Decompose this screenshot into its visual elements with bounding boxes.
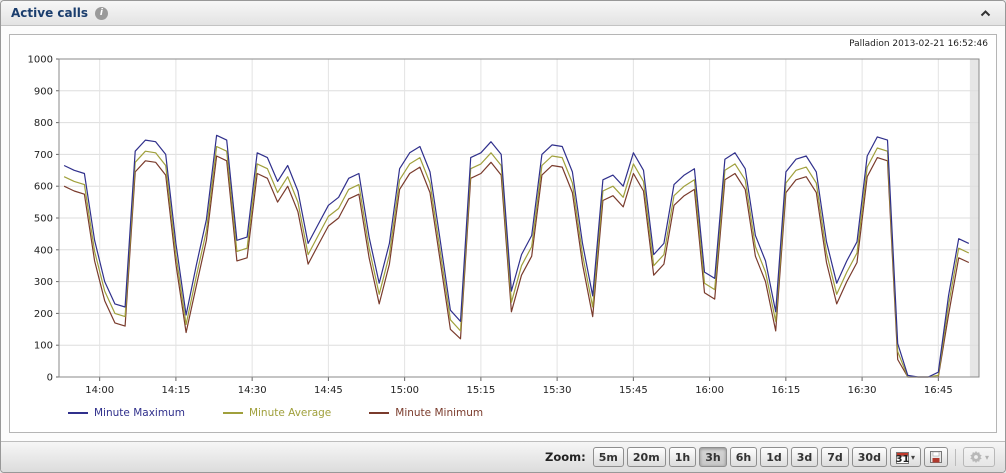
panel-header: Active calls i: [1, 1, 1005, 26]
chart-watermark: Palladion 2013-02-21 16:52:46: [849, 39, 988, 49]
panel-body: Palladion 2013-02-21 16:52:46 0 100 200 300…: [1, 26, 1005, 441]
svg-text:700: 700: [34, 150, 53, 161]
zoom-buttons: 5m 20m 1h 3h 6h 1d 3d 7d 30d: [592, 447, 887, 467]
info-icon[interactable]: i: [94, 6, 108, 20]
legend-swatch: [222, 412, 243, 414]
legend-swatch: [68, 412, 88, 414]
legend-item: Minute Maximum: [68, 407, 185, 419]
legend-item: Minute Average: [222, 407, 332, 419]
svg-text:800: 800: [34, 118, 53, 129]
svg-text:15:00: 15:00: [390, 385, 419, 396]
settings-dropdown-button[interactable]: ▾: [962, 447, 995, 467]
zoom-button-5m[interactable]: 5m: [592, 447, 624, 467]
svg-text:0: 0: [47, 373, 53, 384]
zoom-button-3d[interactable]: 3d: [790, 447, 819, 467]
chart-container: Palladion 2013-02-21 16:52:46 0 100 200 300…: [9, 34, 997, 433]
svg-text:14:00: 14:00: [85, 385, 114, 396]
svg-text:300: 300: [34, 277, 53, 288]
zoom-button-20m[interactable]: 20m: [626, 447, 666, 467]
svg-text:15:45: 15:45: [619, 385, 648, 396]
panel-title: Active calls: [11, 6, 88, 20]
legend-label: Minute Average: [248, 407, 332, 419]
legend-swatch: [369, 412, 390, 414]
save-icon: [929, 451, 942, 463]
save-graph-button[interactable]: [923, 447, 948, 467]
svg-text:900: 900: [34, 86, 53, 97]
svg-text:16:30: 16:30: [848, 385, 877, 396]
zoom-button-1h[interactable]: 1h: [668, 447, 697, 467]
gear-icon: [970, 450, 982, 464]
legend-label: Minute Maximum: [94, 407, 185, 419]
svg-text:15:15: 15:15: [466, 385, 495, 396]
svg-text:16:15: 16:15: [771, 385, 800, 396]
dropdown-arrow-icon: ▾: [984, 452, 989, 462]
svg-text:100: 100: [34, 341, 53, 352]
dropdown-arrow-icon: ▾: [910, 452, 915, 462]
active-calls-panel: Active calls i Palladion 2013-02-21 16:5…: [0, 0, 1006, 473]
zoom-button-1d[interactable]: 1d: [760, 447, 788, 467]
legend-item: Minute Minimum: [369, 407, 483, 419]
zoom-label: Zoom:: [545, 450, 586, 464]
svg-text:14:45: 14:45: [314, 385, 343, 396]
svg-text:15:30: 15:30: [543, 385, 572, 396]
calendar-icon: 31: [895, 451, 909, 464]
svg-text:600: 600: [34, 182, 53, 193]
svg-text:1000: 1000: [28, 55, 53, 66]
svg-text:200: 200: [34, 309, 53, 320]
calendar-date-picker-button[interactable]: 31 ▾: [889, 447, 921, 467]
collapse-chevron-icon[interactable]: [978, 8, 993, 19]
chart-legend: Minute Maximum Minute Average Minute Minim…: [68, 407, 996, 419]
svg-text:31: 31: [896, 454, 909, 464]
svg-text:14:30: 14:30: [238, 385, 267, 396]
zoom-button-6h[interactable]: 6h: [729, 447, 758, 467]
active-calls-chart[interactable]: 0 100 200 300 400 500 600 700 800 900 1000 14:00 14:…: [11, 51, 995, 401]
svg-text:14:15: 14:15: [161, 385, 190, 396]
zoom-button-7d[interactable]: 7d: [821, 447, 849, 467]
zoom-button-30d[interactable]: 30d: [851, 447, 887, 467]
svg-text:400: 400: [34, 245, 53, 256]
legend-label: Minute Minimum: [395, 407, 484, 419]
svg-text:16:45: 16:45: [924, 385, 953, 396]
svg-text:16:00: 16:00: [695, 385, 724, 396]
toolbar: Zoom: 5m 20m 1h 3h 6h 1d 3d 7d 30d 31 ▾ ▾: [1, 441, 1005, 472]
svg-text:500: 500: [34, 214, 53, 225]
toolbar-separator: [954, 448, 956, 466]
zoom-button-3h[interactable]: 3h: [699, 447, 727, 467]
